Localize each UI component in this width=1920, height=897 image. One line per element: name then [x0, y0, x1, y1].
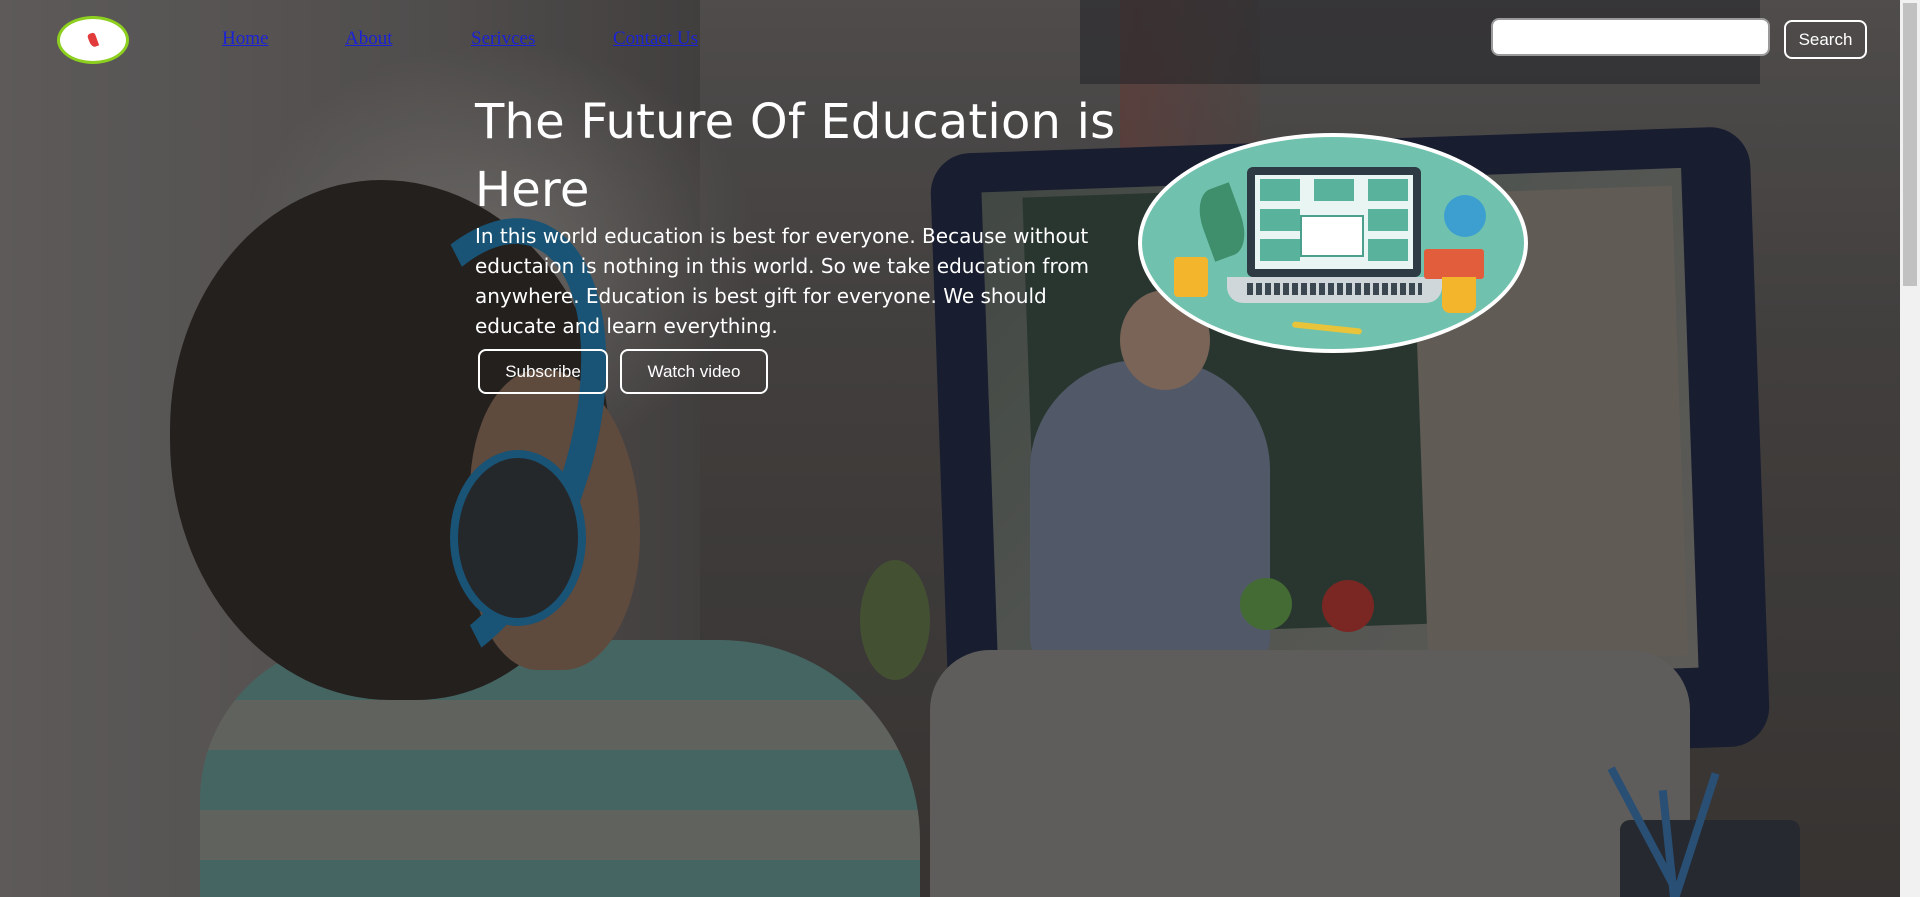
presentation-board-icon: [1300, 215, 1364, 257]
search-button[interactable]: Search: [1784, 20, 1867, 59]
mug-icon: [1442, 277, 1476, 313]
logo-pen-icon: [86, 32, 100, 48]
scrollbar-thumb[interactable]: [1903, 3, 1917, 286]
hero-description: In this world education is best for ever…: [475, 224, 1089, 338]
participant-tile: [1260, 239, 1300, 261]
books-icon: [1424, 249, 1484, 279]
nav-link-services[interactable]: Serivces: [471, 28, 613, 50]
participant-tile: [1260, 179, 1300, 201]
watch-video-button[interactable]: Watch video: [620, 349, 768, 394]
nav-link-contact-us[interactable]: Contact Us: [613, 28, 698, 50]
participant-tile: [1260, 209, 1300, 231]
online-class-illustration: [1138, 133, 1528, 353]
nav-link-home[interactable]: Home: [222, 28, 345, 50]
search-input[interactable]: [1491, 18, 1770, 56]
hero-title: The Future Of Education is Here: [475, 94, 1116, 218]
participant-tile: [1368, 179, 1408, 201]
globe-icon: [1444, 195, 1486, 237]
logo-mark: [71, 28, 115, 52]
pencil-holder-icon: [1174, 257, 1208, 297]
nav-links: Home About Serivces Contact Us: [222, 28, 698, 50]
pencil-icon: [1291, 321, 1363, 335]
keyboard-icon: [1247, 283, 1422, 295]
top-navigation: Home About Serivces Contact Us Search: [0, 0, 1900, 80]
nav-link-about[interactable]: About: [345, 28, 471, 50]
participant-tile: [1368, 239, 1408, 261]
online-education-logo-icon[interactable]: [57, 16, 129, 64]
plant-icon: [1191, 182, 1253, 262]
participant-tile: [1368, 209, 1408, 231]
subscribe-button[interactable]: Subscribe: [478, 349, 608, 394]
participant-tile: [1314, 179, 1354, 201]
